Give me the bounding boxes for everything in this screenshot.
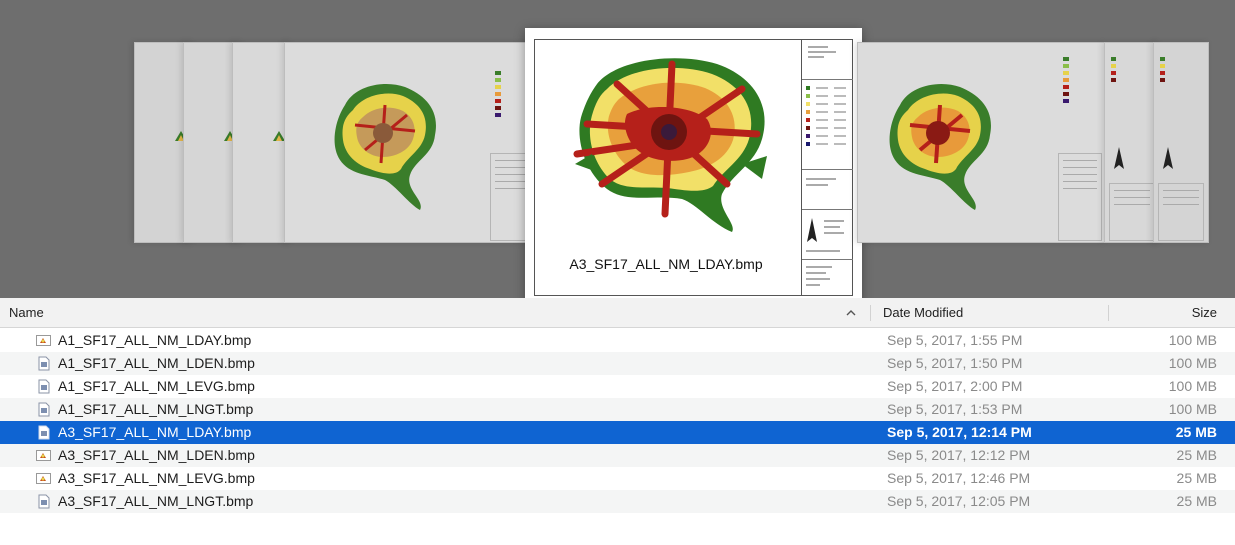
- cover-flow-view[interactable]: A3_SF17_ALL_NM_LDAY.bmp: [0, 0, 1235, 298]
- column-header-date-modified[interactable]: Date Modified: [883, 298, 963, 328]
- file-list: A1_SF17_ALL_NM_LDAY.bmp Sep 5, 2017, 1:5…: [0, 329, 1235, 513]
- file-size: 100 MB: [1168, 401, 1217, 417]
- map-legend: [1160, 57, 1190, 85]
- column-divider[interactable]: [1108, 305, 1109, 321]
- file-name: A1_SF17_ALL_NM_LEVG.bmp: [58, 378, 255, 394]
- cover-flow-item[interactable]: [1104, 42, 1160, 243]
- column-header-size[interactable]: Size: [1192, 298, 1217, 328]
- cover-flow-selected-item[interactable]: A3_SF17_ALL_NM_LDAY.bmp: [525, 28, 862, 298]
- bmp-document-icon: [36, 402, 51, 417]
- map-legend: [495, 71, 525, 120]
- file-name: A3_SF17_ALL_NM_LDEN.bmp: [58, 447, 255, 463]
- map-info-box: [490, 153, 530, 241]
- file-name: A1_SF17_ALL_NM_LDEN.bmp: [58, 355, 255, 371]
- file-row[interactable]: A1_SF17_ALL_NM_LDAY.bmp Sep 5, 2017, 1:5…: [0, 329, 1235, 352]
- file-date-modified: Sep 5, 2017, 1:53 PM: [887, 401, 1023, 417]
- file-row[interactable]: A3_SF17_ALL_NM_LNGT.bmp Sep 5, 2017, 12:…: [0, 490, 1235, 513]
- map-legend: [1063, 57, 1093, 106]
- bmp-preview-icon: [36, 471, 51, 486]
- legend-notes: [802, 170, 853, 210]
- column-header-bar: Name Date Modified Size: [0, 298, 1235, 328]
- cover-flow-item[interactable]: [232, 42, 292, 243]
- file-date-modified: Sep 5, 2017, 12:05 PM: [887, 493, 1031, 509]
- bmp-document-icon: [36, 356, 51, 371]
- cover-flow-item[interactable]: [284, 42, 532, 243]
- column-header-name[interactable]: Name: [9, 298, 44, 328]
- north-arrow-icon: [1163, 147, 1173, 169]
- north-arrow-icon: [1114, 147, 1124, 169]
- file-date-modified: Sep 5, 2017, 1:55 PM: [887, 332, 1023, 348]
- column-divider[interactable]: [870, 305, 871, 321]
- file-size: 25 MB: [1176, 447, 1217, 463]
- file-date-modified: Sep 5, 2017, 12:14 PM: [887, 424, 1032, 440]
- file-name: A3_SF17_ALL_NM_LDAY.bmp: [58, 424, 252, 440]
- file-size: 100 MB: [1168, 378, 1217, 394]
- cover-flow-item[interactable]: [1153, 42, 1209, 243]
- map-info-box: [1109, 183, 1155, 241]
- file-row[interactable]: A1_SF17_ALL_NM_LDEN.bmp Sep 5, 2017, 1:5…: [0, 352, 1235, 375]
- file-row[interactable]: A3_SF17_ALL_NM_LEVG.bmp Sep 5, 2017, 12:…: [0, 467, 1235, 490]
- map-info-box: [1158, 183, 1204, 241]
- bmp-document-icon: [36, 379, 51, 394]
- file-size: 100 MB: [1168, 355, 1217, 371]
- legend-scale: [802, 80, 853, 170]
- map-legend: [1111, 57, 1141, 85]
- file-size: 100 MB: [1168, 332, 1217, 348]
- map-thumbnail: [573, 58, 767, 232]
- file-date-modified: Sep 5, 2017, 12:46 PM: [887, 470, 1031, 486]
- file-size: 25 MB: [1176, 470, 1217, 486]
- file-name: A3_SF17_ALL_NM_LNGT.bmp: [58, 493, 254, 509]
- cover-flow-item[interactable]: [857, 42, 1105, 243]
- bmp-preview-icon: [36, 333, 51, 348]
- bmp-document-icon: [36, 494, 51, 509]
- file-size: 25 MB: [1175, 424, 1217, 440]
- file-date-modified: Sep 5, 2017, 1:50 PM: [887, 355, 1023, 371]
- map-legend-panel: [801, 40, 853, 295]
- bmp-preview-icon: [36, 448, 51, 463]
- file-date-modified: Sep 5, 2017, 2:00 PM: [887, 378, 1023, 394]
- map-thumbnail: [889, 84, 991, 210]
- legend-footer: [802, 260, 853, 293]
- file-date-modified: Sep 5, 2017, 12:12 PM: [887, 447, 1031, 463]
- legend-north-arrow: [802, 210, 853, 260]
- file-row[interactable]: A1_SF17_ALL_NM_LEVG.bmp Sep 5, 2017, 2:0…: [0, 375, 1235, 398]
- file-row[interactable]: A3_SF17_ALL_NM_LDEN.bmp Sep 5, 2017, 12:…: [0, 444, 1235, 467]
- bmp-document-icon: [36, 425, 51, 440]
- legend-title: [802, 40, 853, 80]
- file-name: A1_SF17_ALL_NM_LDAY.bmp: [58, 332, 252, 348]
- map-frame: A3_SF17_ALL_NM_LDAY.bmp: [534, 39, 853, 296]
- file-name: A3_SF17_ALL_NM_LEVG.bmp: [58, 470, 255, 486]
- file-row[interactable]: A1_SF17_ALL_NM_LNGT.bmp Sep 5, 2017, 1:5…: [0, 398, 1235, 421]
- file-name: A1_SF17_ALL_NM_LNGT.bmp: [58, 401, 254, 417]
- map-info-box: [1058, 153, 1102, 241]
- sort-ascending-icon[interactable]: [846, 298, 856, 328]
- file-size: 25 MB: [1176, 493, 1217, 509]
- file-row-selected[interactable]: A3_SF17_ALL_NM_LDAY.bmp Sep 5, 2017, 12:…: [0, 421, 1235, 444]
- cover-flow-caption: A3_SF17_ALL_NM_LDAY.bmp: [569, 256, 763, 272]
- map-thumbnail: [334, 84, 436, 210]
